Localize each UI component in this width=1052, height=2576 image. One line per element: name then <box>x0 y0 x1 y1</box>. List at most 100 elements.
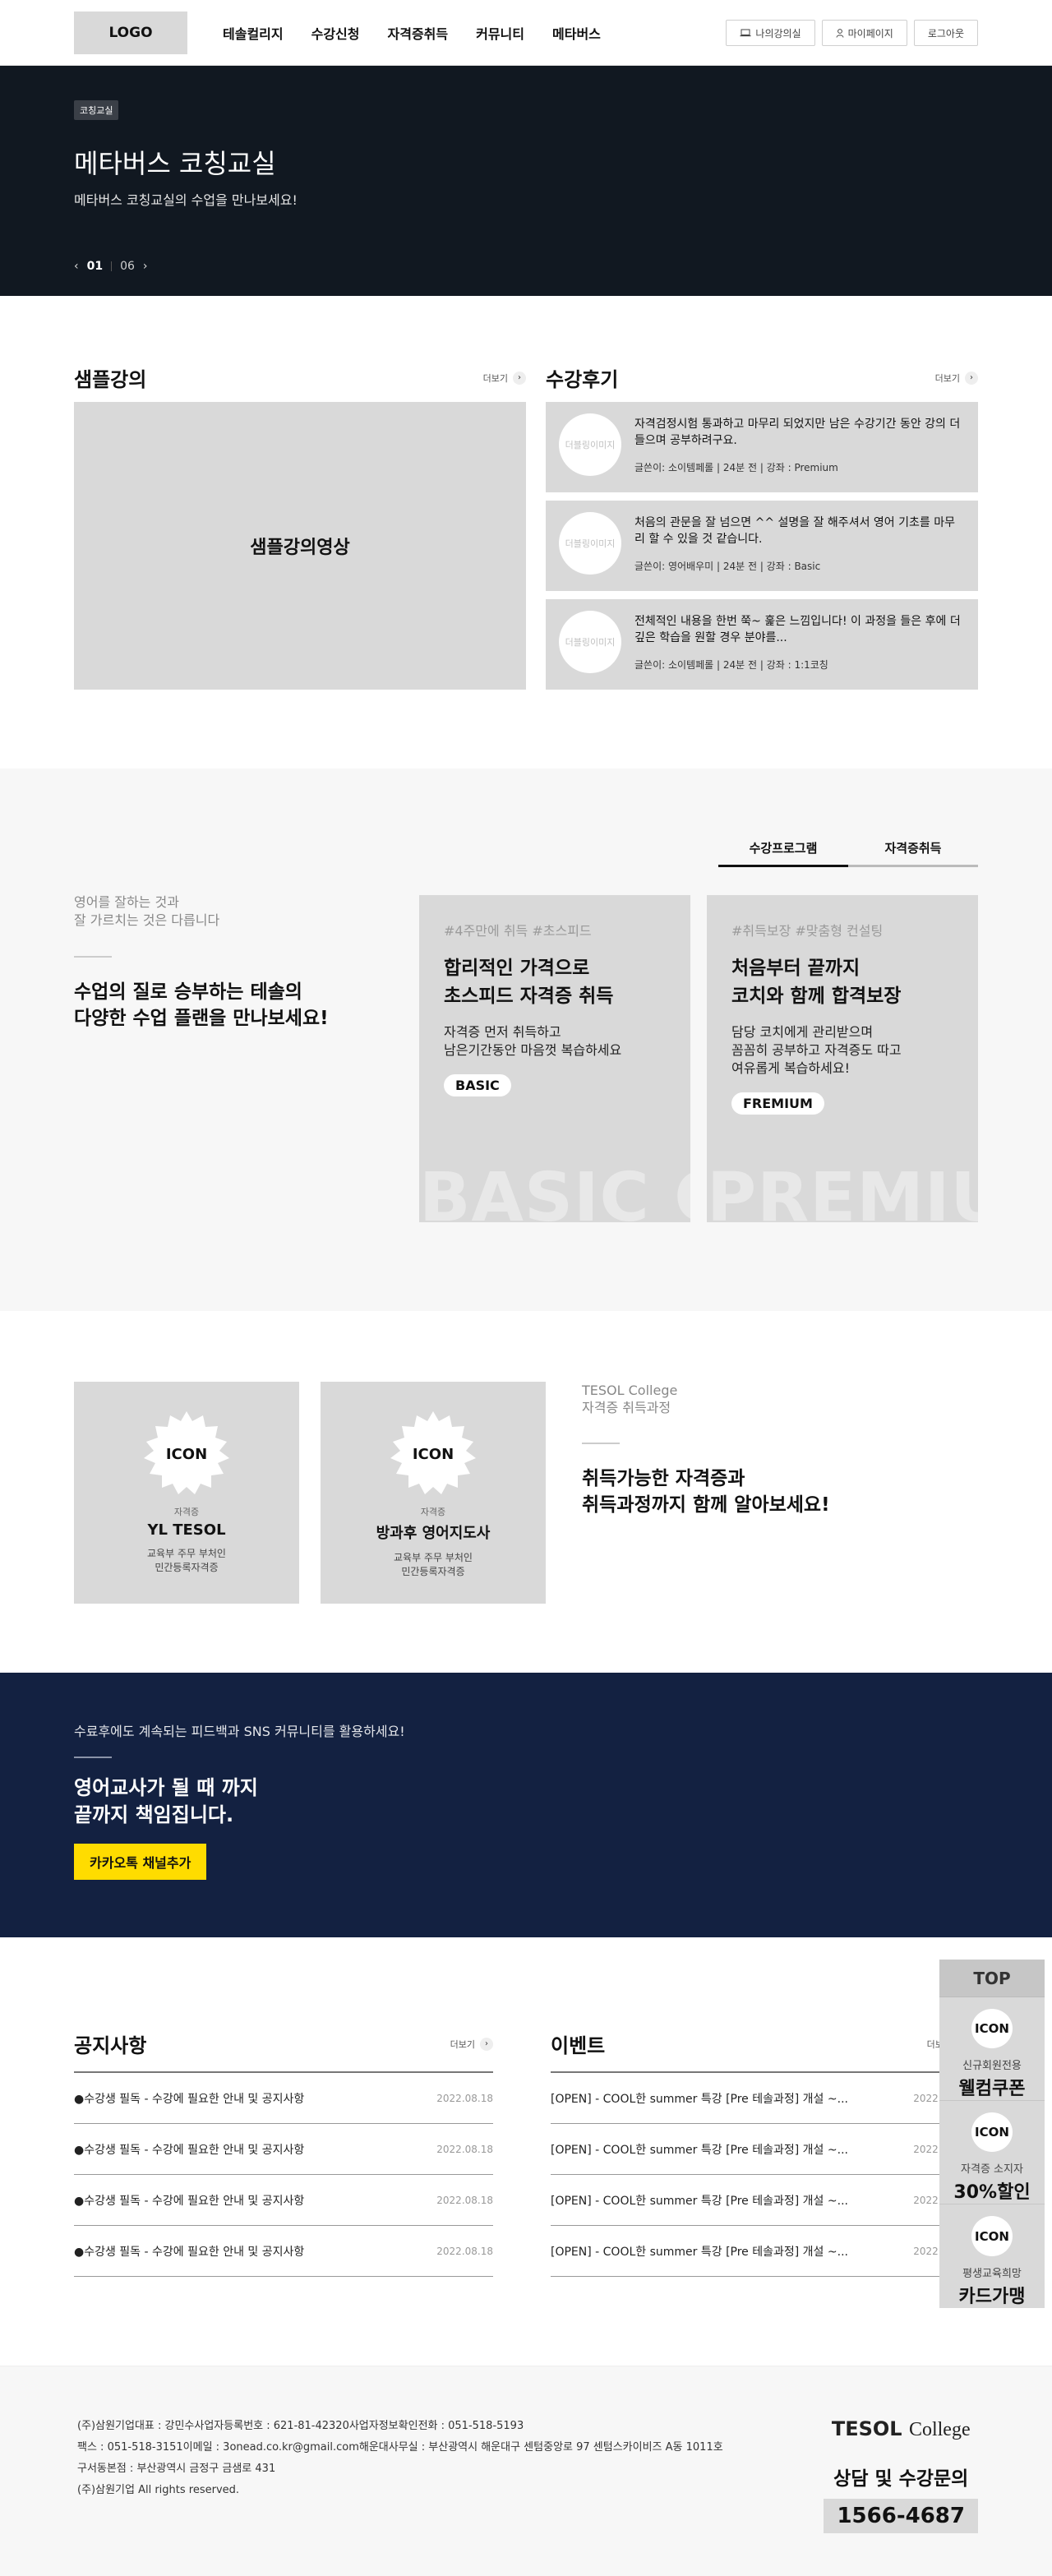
title-line: 취득가능한 자격증과 <box>582 1468 745 1489</box>
cert-category: 자격증 <box>420 1507 446 1517</box>
quick-sub: 평생교육희망 <box>962 2268 1022 2280</box>
review-thumbnail: 더블링이미지 <box>559 611 621 673</box>
logo-text: TESOL <box>831 2417 902 2440</box>
logo[interactable]: LOGO <box>74 12 187 54</box>
copyright: (주)삼원기업 All rights reserved. <box>77 2484 240 2496</box>
event-board: 이벤트 더보기› [OPEN] - COOL한 summer 특강 [Pre 테… <box>551 2029 970 2277</box>
cert-desc: 교육부 주무 부처인 민간등록자격증 <box>147 1547 226 1575</box>
review-meta: 글쓴이: 영어배우미 | 24분 전 | 강좌 : Basic <box>634 561 821 572</box>
title-line: 취득과정까지 함께 알아보세요! <box>582 1494 830 1516</box>
hero-subtitle: 메타버스 코칭교실의 수업을 만나보세요! <box>74 192 298 208</box>
desc-line: 남은기간동안 마음껏 복습하세요 <box>444 1042 622 1058</box>
card-icon: ICON <box>971 2216 1013 2256</box>
current-page: 01 <box>86 260 104 273</box>
list-item[interactable]: [OPEN] - COOL한 summer 특강 [Pre 테솔과정] 개설 ~… <box>551 2226 970 2277</box>
title-line: 다양한 수업 플랜을 만나보세요! <box>74 1008 329 1029</box>
sample-more-link[interactable]: 더보기 › <box>483 371 526 385</box>
quick-title: 30%할인 <box>953 2182 1031 2203</box>
nav-tesol-college[interactable]: 테솔컬리지 <box>209 23 298 43</box>
review-item[interactable]: 더블링이미지 자격검정시험 통과하고 마무리 되었지만 남은 수강기간 동안 강… <box>546 402 978 492</box>
nav-enroll[interactable]: 수강신청 <box>298 23 374 43</box>
cert-card-yl-tesol[interactable]: ICON 자격증 YL TESOL 교육부 주무 부처인 민간등록자격증 <box>74 1382 299 1604</box>
item-title: [OPEN] - COOL한 summer 특강 [Pre 테솔과정] 개설 ~… <box>551 2143 848 2157</box>
program-card-basic[interactable]: #4주만에 취득 #초스피드 합리적인 가격으로 초스피드 자격증 취득 자격증 … <box>419 895 690 1222</box>
coupon-icon: ICON <box>971 2009 1013 2048</box>
company-info: (주)삼원기업대표 : 강민수사업자등록번호 : 621-81-42320사업자… <box>74 2416 723 2533</box>
certificate-section: ICON 자격증 YL TESOL 교육부 주무 부처인 민간등록자격증 ICON… <box>0 1311 1052 1673</box>
nav-metaverse[interactable]: 메타버스 <box>538 23 615 43</box>
more-label: 더보기 <box>934 372 960 384</box>
list-item[interactable]: ●수강생 필독 - 수강에 필요한 안내 및 공지사항 2022.08.18 <box>74 2073 493 2124</box>
cert-intro-sub: TESOL College <box>582 1383 678 1398</box>
title-line: 끝까지 책임집니다. <box>74 1803 234 1826</box>
title-line: 영어교사가 될 때 까지 <box>74 1776 258 1799</box>
list-item[interactable]: [OPEN] - COOL한 summer 특강 [Pre 테솔과정] 개설 ~… <box>551 2124 970 2175</box>
top-button[interactable]: TOP <box>939 1960 1045 1997</box>
notice-more-link[interactable]: 더보기 › <box>450 2037 493 2051</box>
item-date: 2022.08.18 <box>436 2245 493 2257</box>
review-item[interactable]: 더블링이미지 전체적인 내용을 한번 쭉~ 훑은 느낌입니다! 이 과정을 들은… <box>546 599 978 690</box>
item-date: 2022.08.18 <box>436 2092 493 2104</box>
seal-icon: ICON <box>142 1410 231 1498</box>
list-item[interactable]: ●수강생 필독 - 수강에 필요한 안내 및 공지사항 2022.08.18 <box>74 2226 493 2277</box>
notice-board: 공지사항 더보기 › ●수강생 필독 - 수강에 필요한 안내 및 공지사항 202… <box>74 2029 493 2277</box>
chevron-right-icon: › <box>513 371 526 385</box>
review-more-link[interactable]: 더보기 › <box>934 371 978 385</box>
review-item[interactable]: 더블링이미지 처음의 관문을 잘 넘으면 ^^ 설명을 잘 해주셔서 영어 기초… <box>546 501 978 591</box>
desc-line: 꼼꼼히 공부하고 자격증도 따고 <box>731 1042 902 1058</box>
chevron-right-icon: › <box>480 2037 493 2051</box>
review-text: 전체적인 내용을 한번 쭉~ 훑은 느낌입니다! 이 과정을 들은 후에 더 깊… <box>634 615 961 644</box>
quick-title: 웰컴쿠폰 <box>958 2079 1026 2099</box>
nav-certificate[interactable]: 자격증취득 <box>374 23 463 43</box>
card-desc: 담당 코치에게 관리받으며 꼼꼼히 공부하고 자격증도 따고 여유롭게 복습하세요! <box>731 1023 953 1078</box>
list-item[interactable]: [OPEN] - COOL한 summer 특강 [Pre 테솔과정] 개설 ~… <box>551 2073 970 2124</box>
inquiry-title: 상담 및 수강문의 <box>833 2468 969 2490</box>
quick-item-discount[interactable]: ICON 자격증 소지자 30%할인 <box>939 2101 1045 2204</box>
next-arrow-icon[interactable]: › <box>143 260 148 273</box>
phone-number[interactable]: 1566-4687 <box>824 2499 978 2533</box>
list-item[interactable]: ●수강생 필독 - 수강에 필요한 안내 및 공지사항 2022.08.18 <box>74 2175 493 2226</box>
cert-intro-title: 취득가능한 자격증과취득과정까지 함께 알아보세요! <box>582 1466 830 1518</box>
kakao-channel-button[interactable]: 카카오톡 채널추가 <box>74 1844 207 1880</box>
quick-menu: TOP ICON 신규회원전용 웰컴쿠폰 ICON 자격증 소지자 30%할인 … <box>939 1960 1045 2308</box>
item-title: ●수강생 필독 - 수강에 필요한 안내 및 공지사항 <box>74 2143 305 2157</box>
logout-button[interactable]: 로그아웃 <box>913 20 978 46</box>
quick-sub: 자격증 소지자 <box>961 2163 1023 2176</box>
tab-certificate[interactable]: 자격증취득 <box>848 839 978 867</box>
desc-line: 자격증 먼저 취득하고 <box>444 1024 561 1040</box>
nav-community[interactable]: 커뮤니티 <box>462 23 538 43</box>
info-line: 구서동본점 : 부산광역시 금정구 금샘로 431 <box>77 2463 276 2475</box>
item-date: 2022.08.18 <box>436 2143 493 2155</box>
footer-logo[interactable]: TESOL College <box>832 2417 971 2441</box>
tab-program[interactable]: 수강프로그램 <box>718 839 848 867</box>
mypage-button[interactable]: 마이페이지 <box>821 20 907 46</box>
program-card-premium[interactable]: #취득보장 #맞춤형 컨설팅 처음부터 끝까지 코치와 함께 합격보장 담당 코치… <box>707 895 978 1222</box>
review-thumbnail: 더블링이미지 <box>559 512 621 575</box>
cert-card-afterschool[interactable]: ICON 자격증 방과후 영어지도사 교육부 주무 부처인 민간등록자격증 <box>321 1382 546 1604</box>
discount-icon: ICON <box>971 2112 1013 2152</box>
quick-item-welcome-coupon[interactable]: ICON 신규회원전용 웰컴쿠폰 <box>939 1997 1045 2101</box>
more-label: 더보기 <box>450 2038 475 2050</box>
review-text: 처음의 관문을 잘 넘으면 ^^ 설명을 잘 해주셔서 영어 기초를 마무리 할… <box>634 516 955 546</box>
prev-arrow-icon[interactable]: ‹ <box>74 260 79 273</box>
desc-line: 민간등록자격증 <box>155 1562 219 1573</box>
divider <box>74 956 112 958</box>
sample-video[interactable]: 샘플강의영상 <box>74 402 526 690</box>
board-section: 공지사항 더보기 › ●수강생 필독 - 수강에 필요한 안내 및 공지사항 202… <box>0 1937 1052 2366</box>
list-item[interactable]: [OPEN] - COOL한 summer 특강 [Pre 테솔과정] 개설 ~… <box>551 2175 970 2226</box>
site-header: LOGO 테솔컬리지 수강신청 자격증취득 커뮤니티 메타버스 나의강의실 마이… <box>0 0 1052 66</box>
quick-item-card[interactable]: ICON 평생교육희망 카드가맹 <box>939 2204 1045 2308</box>
review-text: 자격검정시험 통과하고 마무리 되었지만 남은 수강기간 동안 강의 더 들으며… <box>634 418 961 447</box>
desc-line: 민간등록자격증 <box>401 1566 465 1577</box>
cert-name: YL TESOL <box>147 1521 226 1539</box>
hero-badge: 코칭교실 <box>74 100 119 120</box>
sns-subtitle: 수료후에도 계속되는 피드백과 SNS 커뮤니티를 활용하세요! <box>74 1724 405 1739</box>
cert-intro: TESOL College 자격증 취득과정 취득가능한 자격증과 취득과정까지 … <box>582 1382 830 1518</box>
card-title: 처음부터 끝까지 코치와 함께 합격보장 <box>731 954 953 1010</box>
seal-icon: ICON <box>389 1410 478 1498</box>
review-title: 수강후기 <box>546 368 619 391</box>
my-classroom-button[interactable]: 나의강의실 <box>726 20 815 46</box>
program-intro: 영어를 잘하는 것과 잘 가르치는 것은 다릅니다 수업의 질로 승부하는 테솔… <box>74 893 386 1032</box>
list-item[interactable]: ●수강생 필독 - 수강에 필요한 안내 및 공지사항 2022.08.18 <box>74 2124 493 2175</box>
title-line: 초스피드 자격증 취득 <box>444 986 614 1007</box>
